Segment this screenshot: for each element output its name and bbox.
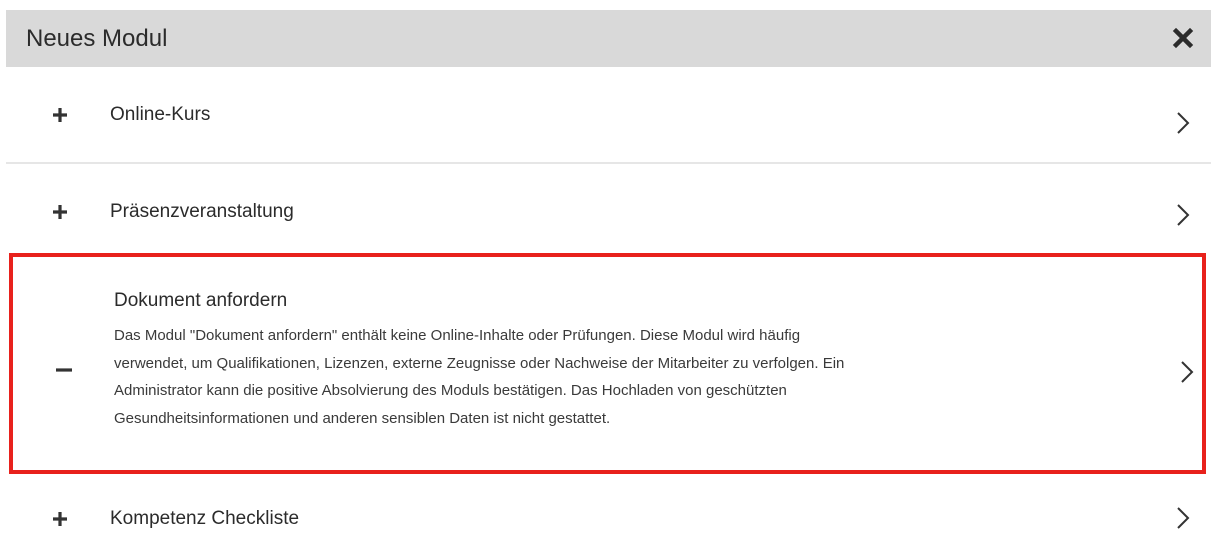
module-option-online-kurs[interactable]: Online-Kurs <box>6 67 1211 164</box>
minus-icon[interactable] <box>56 362 72 378</box>
module-option-label: Dokument anfordern <box>114 290 288 311</box>
description-line: Administrator kann die positive Absolvie… <box>114 382 787 399</box>
module-option-dokument-anfordern[interactable]: Dokument anfordern Das Modul "Dokument a… <box>9 253 1206 474</box>
module-option-label: Präsenzveranstaltung <box>110 201 294 222</box>
module-description: Das Modul "Dokument anfordern" enthält k… <box>114 322 1074 432</box>
module-option-label: Online-Kurs <box>110 104 211 125</box>
dialog-title: Neues Modul <box>26 25 168 52</box>
plus-icon[interactable] <box>52 107 68 123</box>
plus-icon[interactable] <box>52 511 68 527</box>
dialog-header: Neues Modul <box>6 10 1211 67</box>
chevron-right-icon[interactable] <box>1176 111 1190 135</box>
description-line: Das Modul "Dokument anfordern" enthält k… <box>114 327 801 344</box>
description-line: verwendet, um Qualifikationen, Lizenzen,… <box>114 354 845 372</box>
new-module-dialog: Neues Modul Online-Kurs Präsenzveranstal <box>6 10 1211 547</box>
module-option-kompetenz-checkliste[interactable]: Kompetenz Checkliste <box>6 476 1211 547</box>
chevron-right-icon[interactable] <box>1176 203 1190 227</box>
chevron-right-icon[interactable] <box>1180 360 1194 384</box>
description-line: Gesundheitsinformationen und anderen sen… <box>114 409 611 427</box>
plus-icon[interactable] <box>52 204 68 220</box>
module-option-label: Kompetenz Checkliste <box>110 508 300 529</box>
chevron-right-icon[interactable] <box>1176 506 1190 530</box>
module-option-praesenzveranstaltung[interactable]: Präsenzveranstaltung <box>6 164 1211 251</box>
close-icon[interactable] <box>1169 24 1197 52</box>
